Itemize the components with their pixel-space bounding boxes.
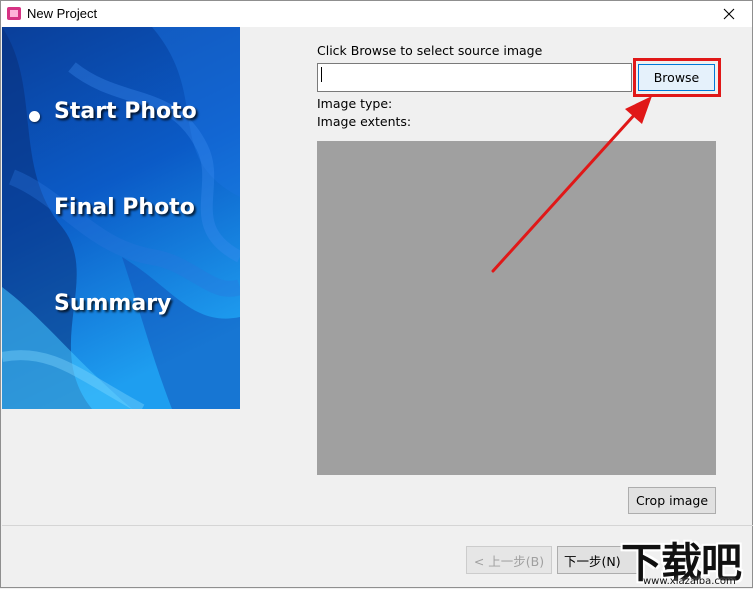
title-bar: New Project [1, 1, 752, 27]
watermark-url: www.xiazaiba.com [643, 576, 736, 587]
window-title: New Project [27, 6, 98, 21]
close-button[interactable] [706, 1, 752, 27]
instruction-label: Click Browse to select source image [317, 43, 543, 58]
text-caret [321, 67, 322, 82]
app-icon [7, 7, 21, 20]
footer-divider [2, 525, 753, 526]
source-path-input[interactable] [317, 63, 632, 92]
step-summary: Summary [54, 291, 172, 316]
new-project-window: New Project Start Photo Final Photo Summ… [0, 0, 753, 588]
crop-image-button[interactable]: Crop image [628, 487, 716, 514]
step-start-photo: Start Photo [54, 99, 197, 124]
active-step-bullet [29, 111, 40, 122]
back-button[interactable]: < 上一步(B) [466, 546, 552, 574]
watermark-logo: 下载吧 www.xiazaiba.com [621, 529, 753, 589]
wizard-sidebar: Start Photo Final Photo Summary [2, 27, 240, 409]
image-preview [317, 141, 716, 475]
browse-highlight-box [633, 58, 721, 97]
step-final-photo: Final Photo [54, 195, 195, 220]
close-icon [723, 8, 735, 20]
image-type-label: Image type: [317, 96, 393, 111]
image-extents-label: Image extents: [317, 114, 412, 129]
